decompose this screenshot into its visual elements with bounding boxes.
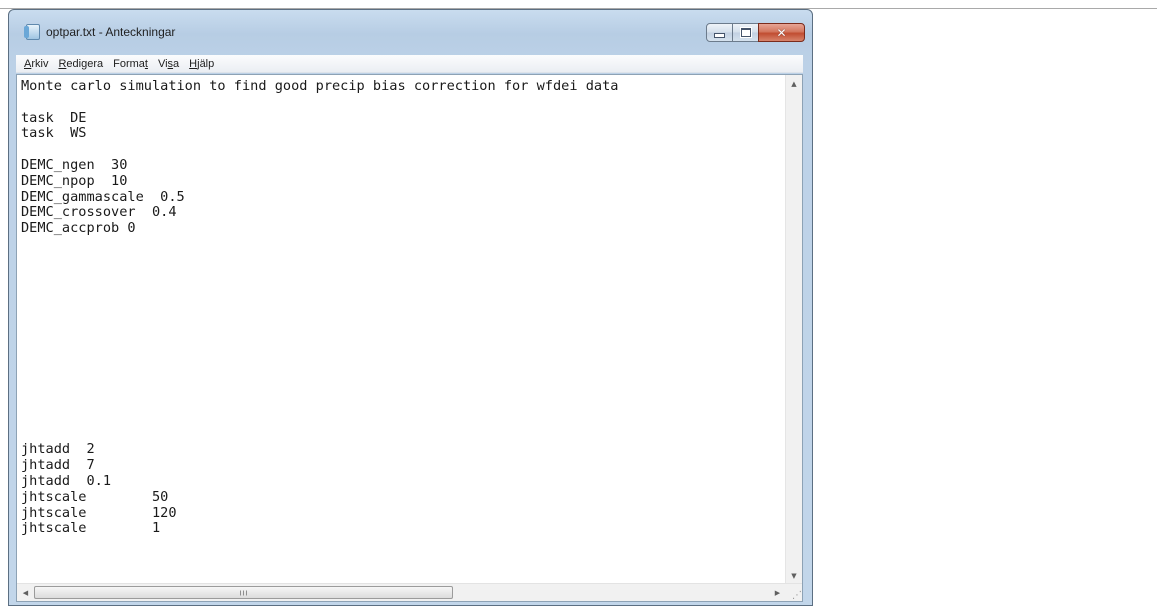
text-line: DEMC_accprob 0 <box>21 220 136 237</box>
text-line: Monte carlo simulation to find good prec… <box>21 79 619 94</box>
text-line: jhtscale 1 <box>21 520 161 537</box>
text-line: jhtscale 50 <box>21 488 169 505</box>
text-line: jhtadd 2 <box>21 441 95 458</box>
left-arrow-icon[interactable]: ◀ <box>17 584 34 601</box>
menu-hjalp[interactable]: Hjälp <box>185 58 220 70</box>
text-line: DEMC_crossover 0.4 <box>21 204 177 221</box>
text-line: jhtadd 0.1 <box>21 472 112 489</box>
editor-area: Monte carlo simulation to find good prec… <box>16 74 803 602</box>
menu-arkiv[interactable]: Arkiv <box>20 58 54 70</box>
text-line <box>21 379 781 395</box>
text-line: DEMC_gammascale 0.5 <box>21 188 185 205</box>
text-line <box>21 348 781 364</box>
menu-redigera[interactable]: Redigera <box>54 58 109 70</box>
text-line <box>21 395 781 411</box>
text-line <box>21 427 781 443</box>
horizontal-scrollbar[interactable]: ◀ ▶ <box>17 583 786 601</box>
notepad-app-icon[interactable] <box>24 24 40 40</box>
resize-grip-icon[interactable]: ⋰ <box>785 583 802 601</box>
text-line <box>21 269 781 285</box>
caption-buttons: ✕ <box>706 23 805 42</box>
minimize-icon <box>714 33 725 38</box>
menu-bar: Arkiv Redigera Format Visa Hjälp <box>16 55 803 73</box>
text-line: DEMC_ngen 30 <box>21 156 128 173</box>
vertical-scrollbar[interactable]: ▲ ▼ <box>785 75 802 584</box>
text-line <box>21 95 781 111</box>
text-line <box>21 237 781 253</box>
text-line <box>21 316 781 332</box>
up-arrow-icon[interactable]: ▲ <box>786 75 802 92</box>
text-line <box>21 284 781 300</box>
grip-icon <box>239 590 248 595</box>
horizontal-scroll-thumb[interactable] <box>34 586 453 599</box>
close-icon: ✕ <box>776 25 787 40</box>
text-line: task DE <box>21 109 87 126</box>
title-bar[interactable]: optpar.txt - Anteckningar ✕ <box>9 10 812 50</box>
text-line: jhtscale 120 <box>21 504 177 521</box>
maximize-icon <box>739 27 752 38</box>
down-arrow-icon[interactable]: ▼ <box>786 567 802 584</box>
menu-visa[interactable]: Visa <box>154 58 185 70</box>
text-line <box>21 363 781 379</box>
text-line <box>21 253 781 269</box>
text-line <box>21 142 781 158</box>
text-line: DEMC_npop 10 <box>21 172 128 189</box>
text-editor[interactable]: Monte carlo simulation to find good prec… <box>21 79 781 579</box>
notepad-window: optpar.txt - Anteckningar ✕ Arkiv Redige… <box>8 9 813 606</box>
text-line <box>21 332 781 348</box>
text-line: jhtadd 7 <box>21 457 95 474</box>
text-line: task WS <box>21 125 87 142</box>
close-button[interactable]: ✕ <box>758 23 805 42</box>
menu-format[interactable]: Format <box>109 58 154 70</box>
text-line <box>21 300 781 316</box>
window-title: optpar.txt - Anteckningar <box>46 25 176 39</box>
minimize-button[interactable] <box>706 23 733 42</box>
text-line <box>21 411 781 427</box>
maximize-button[interactable] <box>732 23 759 42</box>
right-arrow-icon[interactable]: ▶ <box>769 584 786 601</box>
